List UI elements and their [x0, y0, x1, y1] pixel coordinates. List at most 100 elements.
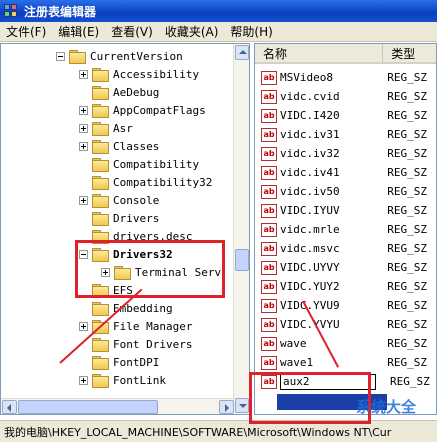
column-header-name[interactable]: 名称 [255, 44, 384, 62]
list-item[interactable]: ab vidc.msvc REG_SZ [255, 239, 436, 258]
scroll-up-arrow-icon[interactable] [235, 45, 249, 60]
tree-item[interactable]: Classes [79, 137, 159, 155]
tree-item[interactable]: Drivers32 [79, 245, 173, 263]
scroll-down-arrow-icon[interactable] [235, 398, 249, 413]
expand-plus-icon[interactable] [79, 195, 88, 205]
string-value-icon: ab [261, 336, 277, 351]
list-item[interactable]: ab VIDC.YVYU REG_SZ [255, 315, 436, 334]
tree-vertical-scrollbar[interactable] [233, 44, 249, 414]
list-item[interactable]: ab vidc.iv32 REG_SZ [255, 144, 436, 163]
tree-item[interactable]: Embedding [79, 299, 173, 317]
tree-item[interactable]: EFS [79, 281, 133, 299]
list-item[interactable]: ab vidc.iv41 REG_SZ [255, 163, 436, 182]
window-title: 注册表编辑器 [24, 4, 97, 19]
expand-plus-icon[interactable] [79, 141, 88, 151]
tree-item[interactable]: Console [79, 191, 159, 209]
folder-icon [92, 230, 109, 244]
watermark-logo: 系统大全 [356, 398, 417, 416]
collapse-minus-icon[interactable] [56, 51, 65, 61]
tree-item[interactable]: CurrentVersion [56, 47, 183, 65]
tree-item[interactable]: Asr [79, 119, 133, 137]
value-name: vidc.iv41 [280, 166, 340, 179]
tree-item[interactable]: Compatibility32 [79, 173, 212, 191]
registry-tree-pane[interactable]: CurrentVersion Accessibility AeDebug AppCom… [0, 43, 250, 415]
string-value-icon: ab [261, 298, 277, 313]
folder-icon [92, 68, 109, 82]
tree-item-label: FontLink [113, 373, 166, 387]
expand-plus-icon[interactable] [79, 105, 88, 115]
scroll-right-arrow-icon[interactable] [219, 400, 234, 414]
tree-item[interactable]: drivers.desc [79, 227, 192, 245]
menu-help[interactable]: 帮助(H) [230, 23, 272, 40]
tree-item-label: EFS [113, 283, 133, 297]
menu-edit[interactable]: 编辑(E) [58, 23, 99, 40]
expand-plus-icon[interactable] [79, 375, 88, 385]
folder-icon [92, 374, 109, 388]
menu-file[interactable]: 文件(F) [6, 23, 46, 40]
registry-values-pane[interactable]: 名称 类型 ab MSVideo8 REG_SZ ab vidc.cvid REG_SZ a… [254, 43, 437, 415]
value-name: vidc.iv50 [280, 185, 340, 198]
tree-item-label: CurrentVersion [90, 49, 183, 63]
tree-item[interactable]: Font Drivers [79, 335, 192, 353]
tree-item[interactable]: Drivers [79, 209, 159, 227]
folder-icon [69, 50, 86, 64]
rename-value-input[interactable] [280, 373, 376, 390]
list-item[interactable]: ab vidc.mrle REG_SZ [255, 220, 436, 239]
list-item[interactable]: ab VIDC.IYUV REG_SZ [255, 201, 436, 220]
string-value-icon: ab [261, 317, 277, 332]
list-item[interactable]: ab vidc.iv50 REG_SZ [255, 182, 436, 201]
folder-icon [92, 194, 109, 208]
tree-item-label: Embedding [113, 301, 173, 315]
tree-horizontal-scrollbar[interactable] [1, 398, 235, 414]
expand-plus-icon[interactable] [101, 267, 110, 277]
window-title-bar[interactable]: 注册表编辑器 [0, 0, 437, 22]
list-header: 名称 类型 [255, 44, 436, 64]
folder-icon [92, 158, 109, 172]
expand-plus-icon[interactable] [79, 321, 88, 331]
tree-item[interactable]: Terminal Serv [101, 263, 221, 281]
value-type: REG_SZ [387, 223, 428, 236]
expand-plus-icon[interactable] [79, 69, 88, 79]
list-item[interactable]: ab VIDC.UYVY REG_SZ [255, 258, 436, 277]
value-type: REG_SZ [387, 71, 428, 84]
list-item[interactable]: ab VIDC.I420 REG_SZ [255, 106, 436, 125]
string-value-icon: ab [261, 355, 277, 370]
collapse-minus-icon[interactable] [79, 249, 88, 259]
tree-item-label: Accessibility [113, 67, 200, 81]
string-value-icon: ab [261, 89, 277, 104]
tree-item[interactable]: File Manager [79, 317, 192, 335]
scroll-left-arrow-icon[interactable] [2, 400, 17, 414]
menu-view[interactable]: 查看(V) [111, 23, 153, 40]
string-value-icon: ab [261, 70, 277, 85]
column-header-type[interactable]: 类型 [383, 44, 436, 62]
list-item[interactable]: ab VIDC.YVU9 REG_SZ [255, 296, 436, 315]
folder-icon [92, 212, 109, 226]
list-item[interactable]: ab VIDC.YUY2 REG_SZ [255, 277, 436, 296]
folder-icon [92, 248, 109, 262]
list-item[interactable]: ab vidc.iv31 REG_SZ [255, 125, 436, 144]
list-item[interactable]: ab MSVideo8 REG_SZ [255, 68, 436, 87]
string-value-icon: ab [261, 374, 277, 389]
tree-item[interactable]: Compatibility [79, 155, 199, 173]
value-name: VIDC.YUY2 [280, 280, 340, 293]
value-type: REG_SZ [387, 337, 428, 350]
scroll-thumb[interactable] [235, 249, 249, 271]
tree-item[interactable]: AppCompatFlags [79, 101, 206, 119]
value-type: REG_SZ [387, 280, 428, 293]
tree-item[interactable]: Accessibility [79, 65, 199, 83]
tree-item[interactable]: FontLink [79, 371, 166, 389]
tree-item-label: Font Drivers [113, 337, 193, 351]
folder-icon [114, 266, 131, 280]
list-item[interactable]: ab wave REG_SZ [255, 334, 436, 353]
value-type: REG_SZ [387, 242, 428, 255]
menu-favorites[interactable]: 收藏夹(A) [165, 23, 219, 40]
tree-item[interactable]: FontDPI [79, 353, 159, 371]
list-item[interactable]: ab wave1 REG_SZ [255, 353, 436, 372]
row-type: REG_SZ [390, 375, 430, 388]
tree-item[interactable]: AeDebug [79, 83, 159, 101]
horizontal-scroll-thumb[interactable] [18, 400, 158, 414]
expand-plus-icon[interactable] [79, 123, 88, 133]
list-item[interactable]: ab vidc.cvid REG_SZ [255, 87, 436, 106]
rename-row: ab REG_SZ [255, 372, 436, 391]
value-name: VIDC.YVYU [280, 318, 340, 331]
